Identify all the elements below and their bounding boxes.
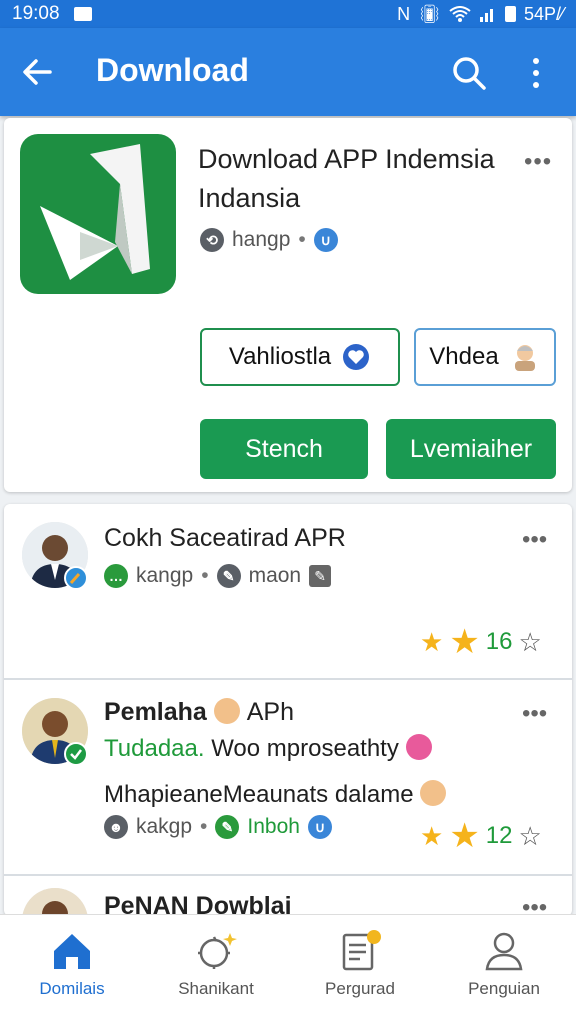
- vibrate-icon: 📳︎: [418, 3, 441, 24]
- nav-item-pergurad[interactable]: Pergurad: [288, 915, 432, 1025]
- brush-badge-icon: [64, 566, 88, 590]
- signal-icon: [479, 9, 493, 22]
- status-time: 19:08: [12, 3, 60, 24]
- nav-label: Penguian: [468, 979, 540, 998]
- emoji-face-icon: ☻: [104, 815, 128, 839]
- battery-icon: [504, 6, 516, 22]
- rating-count: 12: [485, 822, 513, 849]
- page-title: Download: [96, 52, 249, 88]
- app-detail-card: Download APP Indemsia Indansia ••• ⟲ han…: [4, 118, 572, 492]
- notification-icon: [73, 7, 92, 21]
- home-icon: [54, 934, 90, 969]
- emoji-icon: [420, 780, 447, 806]
- app-meta-label: hangp: [232, 228, 291, 251]
- post-meta-1: kangp: [136, 564, 194, 587]
- post-meta-1: kakgp: [136, 815, 193, 838]
- nfc-icon: N: [397, 3, 411, 24]
- nav-label: Pergurad: [325, 979, 395, 998]
- primary-button-2[interactable]: Lvemiaiher: [386, 419, 556, 479]
- more-vert-icon[interactable]: [526, 56, 546, 90]
- app-meta: ⟲ hangp • ∪: [200, 228, 338, 252]
- star-outline-icon[interactable]: ☆: [519, 627, 542, 658]
- document-icon: [342, 930, 381, 971]
- bottom-navigation: Domilais Shanikant Pergurad Penguian: [0, 914, 576, 1025]
- nav-item-profile[interactable]: Penguian: [432, 915, 576, 1025]
- rating-count: 16: [485, 628, 513, 655]
- star-filled-icon: ★: [420, 626, 444, 657]
- divider: [4, 874, 572, 876]
- primary-button-2-label: Lvemiaiher: [409, 434, 533, 463]
- post-meta: … kangp • ✎ maon ✎: [104, 564, 332, 588]
- divider: [4, 678, 572, 680]
- post-rating: ★ ★ 12 ☆: [420, 816, 542, 856]
- battery-text: 54P/⁄: [523, 3, 564, 24]
- post-meta-2: maon: [248, 564, 302, 587]
- comment-icon: ✎: [215, 815, 240, 839]
- app-name: Download APP Indemsia Indansia: [198, 144, 495, 213]
- person-icon: [485, 932, 523, 971]
- status-bar: 19:08 N 📳︎ 54P/⁄: [0, 0, 576, 28]
- comment-icon: ✎: [216, 564, 241, 588]
- post-line-2: MhapieaneMeaunats dalame: [104, 780, 447, 809]
- secondary-button-1[interactable]: Vahliostla: [200, 328, 400, 386]
- search-icon[interactable]: [452, 56, 486, 90]
- verified-badge-icon: [64, 742, 88, 766]
- app-logo: [20, 134, 176, 294]
- nav-label: Shanikant: [178, 979, 254, 998]
- emoji-icon: [405, 734, 432, 760]
- star-filled-icon: ★: [449, 817, 480, 855]
- emoji-icon: [213, 698, 240, 724]
- post-title: Pemlaha APh: [104, 698, 295, 726]
- back-arrow-icon[interactable]: [20, 54, 56, 90]
- star-filled-icon: ★: [420, 820, 444, 851]
- person-emoji-icon: [514, 345, 535, 371]
- secondary-button-1-label: Vahliostla: [228, 343, 332, 370]
- secondary-button-2-label: Vhdea: [429, 343, 499, 370]
- post-line-1: Tudadaa. Woo mproseathty: [104, 734, 432, 763]
- heart-badge-icon: [343, 344, 370, 370]
- verified-icon: ∪: [307, 815, 332, 839]
- star-outline-icon[interactable]: ☆: [519, 821, 542, 852]
- secondary-button-2[interactable]: Vhdea: [414, 328, 556, 386]
- wifi-icon: [449, 6, 471, 22]
- post-meta-2: Inboh: [247, 815, 300, 838]
- clock-icon: ⟲: [200, 228, 224, 252]
- post-title: Cokh Saceatirad APR: [104, 524, 346, 552]
- star-filled-icon: ★: [449, 623, 480, 661]
- chat-icon: …: [104, 564, 128, 588]
- nav-item-home[interactable]: Domilais: [0, 915, 144, 1025]
- edit-icon: ✎: [309, 565, 332, 587]
- primary-button-1[interactable]: Stench: [200, 419, 368, 479]
- nav-item-shanikant[interactable]: Shanikant: [144, 915, 288, 1025]
- app-bar: Download: [0, 28, 576, 116]
- card-more-icon[interactable]: •••: [524, 148, 552, 176]
- primary-button-1-label: Stench: [245, 434, 323, 463]
- badge-sparkle-icon: [198, 933, 237, 969]
- post-more-icon[interactable]: •••: [522, 526, 547, 554]
- nav-label: Domilais: [39, 979, 105, 998]
- post-rating: ★ ★ 16 ☆: [420, 622, 542, 662]
- post-meta: ☻ kakgp • ✎ Inboh ∪: [104, 815, 332, 839]
- post-more-icon[interactable]: •••: [522, 700, 547, 728]
- verified-icon: ∪: [313, 228, 338, 252]
